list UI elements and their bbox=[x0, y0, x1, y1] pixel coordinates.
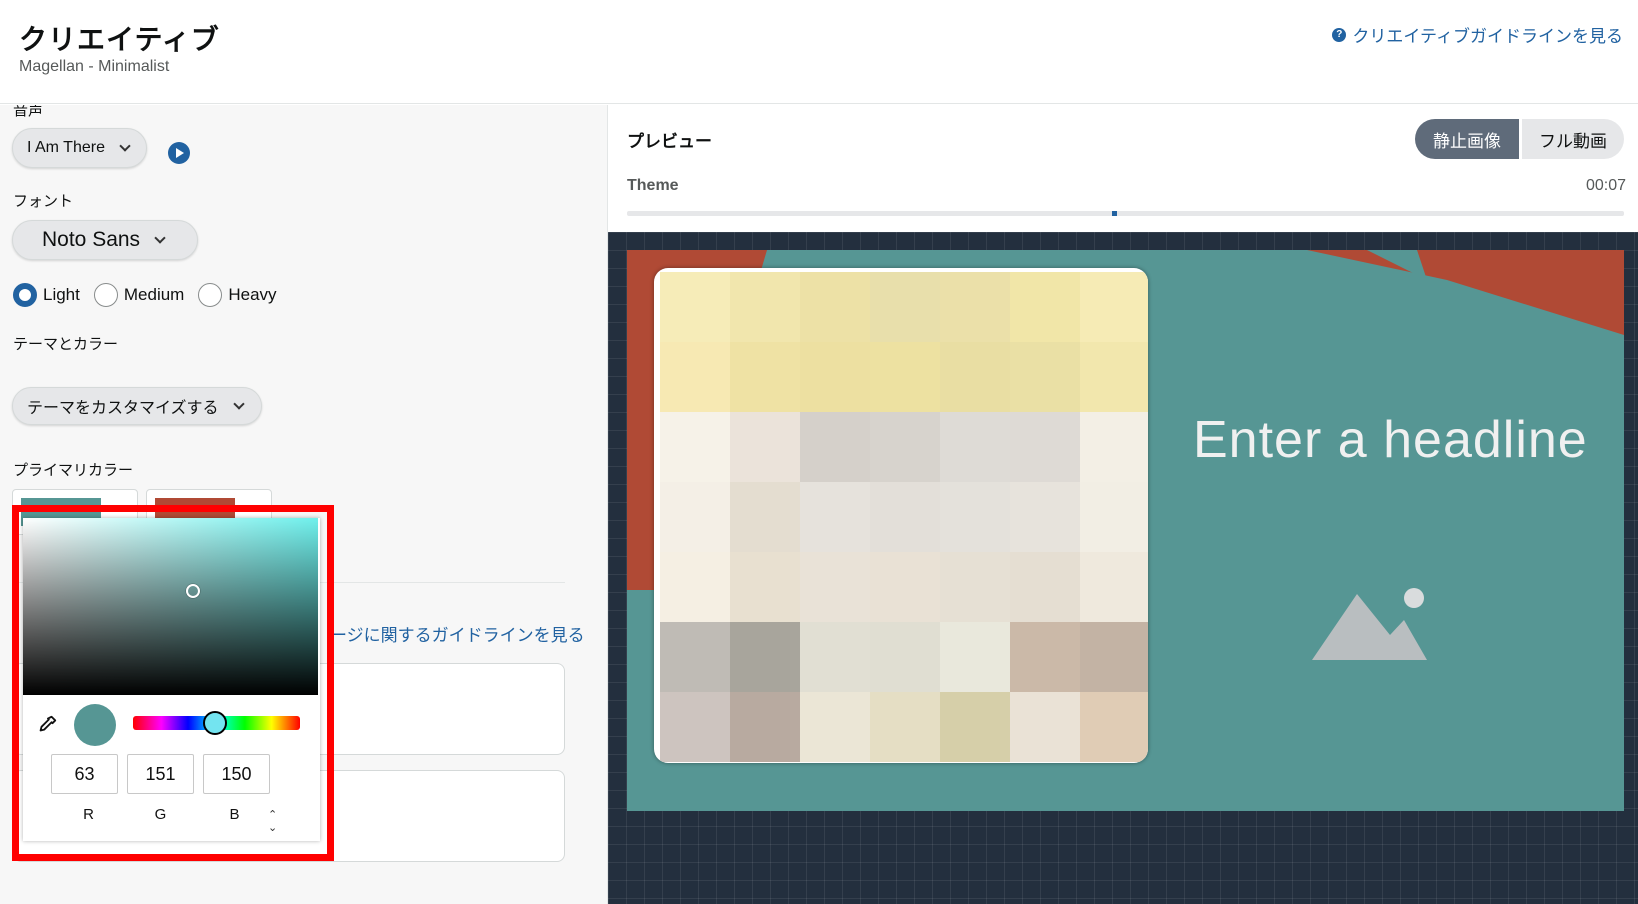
green-input[interactable]: 151 bbox=[127, 754, 194, 794]
color-preview bbox=[74, 704, 116, 746]
header: クリエイティブ Magellan - Minimalist ? クリエイティブガ… bbox=[0, 0, 1638, 104]
blue-label: B bbox=[229, 806, 240, 823]
red-input[interactable]: 63 bbox=[51, 754, 118, 794]
red-label: R bbox=[83, 806, 94, 823]
color-picker: 63 151 150 R G B ⌃ ⌄ bbox=[23, 518, 320, 841]
theme-dropdown-value: テーマをカスタマイズする bbox=[27, 400, 219, 417]
hue-handle[interactable] bbox=[203, 711, 227, 735]
eyedropper-icon[interactable] bbox=[36, 714, 58, 736]
help-icon: ? bbox=[1332, 27, 1347, 42]
timeline-track[interactable] bbox=[627, 211, 1624, 216]
font-dropdown[interactable]: Noto Sans bbox=[12, 220, 198, 260]
chevron-down-icon bbox=[232, 398, 245, 410]
ad-headline[interactable]: Enter a headline bbox=[1193, 410, 1588, 470]
saturation-value-area[interactable] bbox=[23, 518, 318, 695]
creative-guideline-link[interactable]: ? クリエイティブガイドラインを見る bbox=[1332, 22, 1623, 47]
theme-dropdown[interactable]: テーマをカスタマイズする bbox=[12, 387, 262, 425]
green-label: G bbox=[154, 806, 167, 823]
image-guideline-link[interactable]: ージに関するガイドラインを見る bbox=[330, 621, 585, 646]
preview-panel: プレビュー 静止画像 フル動画 Theme 00:07 Enter a head… bbox=[607, 105, 1638, 904]
product-image[interactable] bbox=[654, 268, 1148, 763]
weight-light-radio[interactable]: Light bbox=[13, 283, 80, 307]
product-image-mosaic bbox=[660, 272, 1148, 762]
preview-title: プレビュー bbox=[627, 132, 712, 151]
primary-color-label: プライマリカラー bbox=[13, 462, 134, 479]
audio-dropdown-value: I Am There bbox=[27, 139, 105, 156]
page-title: クリエイティブ bbox=[19, 24, 220, 55]
font-weight-group: Light Medium Heavy bbox=[13, 283, 281, 307]
tab-full-video[interactable]: フル動画 bbox=[1522, 119, 1624, 159]
timeline-time: 00:07 bbox=[1585, 177, 1626, 194]
ad-preview: Enter a headline bbox=[627, 250, 1624, 811]
weight-heavy-label: Heavy bbox=[228, 285, 277, 304]
preview-canvas: Enter a headline bbox=[608, 232, 1638, 904]
radio-icon bbox=[93, 283, 118, 307]
image-placeholder-icon[interactable] bbox=[1312, 580, 1452, 660]
font-dropdown-value: Noto Sans bbox=[42, 228, 141, 251]
radio-selected-icon bbox=[13, 283, 37, 307]
weight-medium-label: Medium bbox=[123, 285, 185, 304]
radio-icon bbox=[198, 283, 223, 307]
play-audio-icon[interactable] bbox=[168, 142, 190, 164]
font-label: フォント bbox=[13, 193, 74, 210]
theme-color-label: テーマとカラー bbox=[13, 336, 119, 353]
saturation-handle[interactable] bbox=[186, 584, 200, 598]
creative-guideline-link-label: クリエイティブガイドラインを見る bbox=[1352, 27, 1623, 46]
chevron-down-icon bbox=[119, 140, 131, 152]
page-subtitle: Magellan - Minimalist bbox=[19, 58, 170, 75]
color-mode-toggle-icon[interactable]: ⌃ ⌄ bbox=[268, 808, 277, 834]
weight-heavy-radio[interactable]: Heavy bbox=[198, 283, 277, 307]
weight-medium-radio[interactable]: Medium bbox=[93, 283, 185, 307]
timeline-marker[interactable] bbox=[1112, 211, 1117, 216]
audio-dropdown[interactable]: I Am There bbox=[12, 128, 147, 168]
chevron-down-icon bbox=[154, 232, 166, 244]
tab-still-image[interactable]: 静止画像 bbox=[1415, 119, 1519, 159]
weight-light-label: Light bbox=[43, 285, 80, 304]
blue-input[interactable]: 150 bbox=[203, 754, 270, 794]
timeline-theme-label: Theme bbox=[627, 177, 679, 194]
audio-label: 音声 bbox=[13, 105, 44, 119]
